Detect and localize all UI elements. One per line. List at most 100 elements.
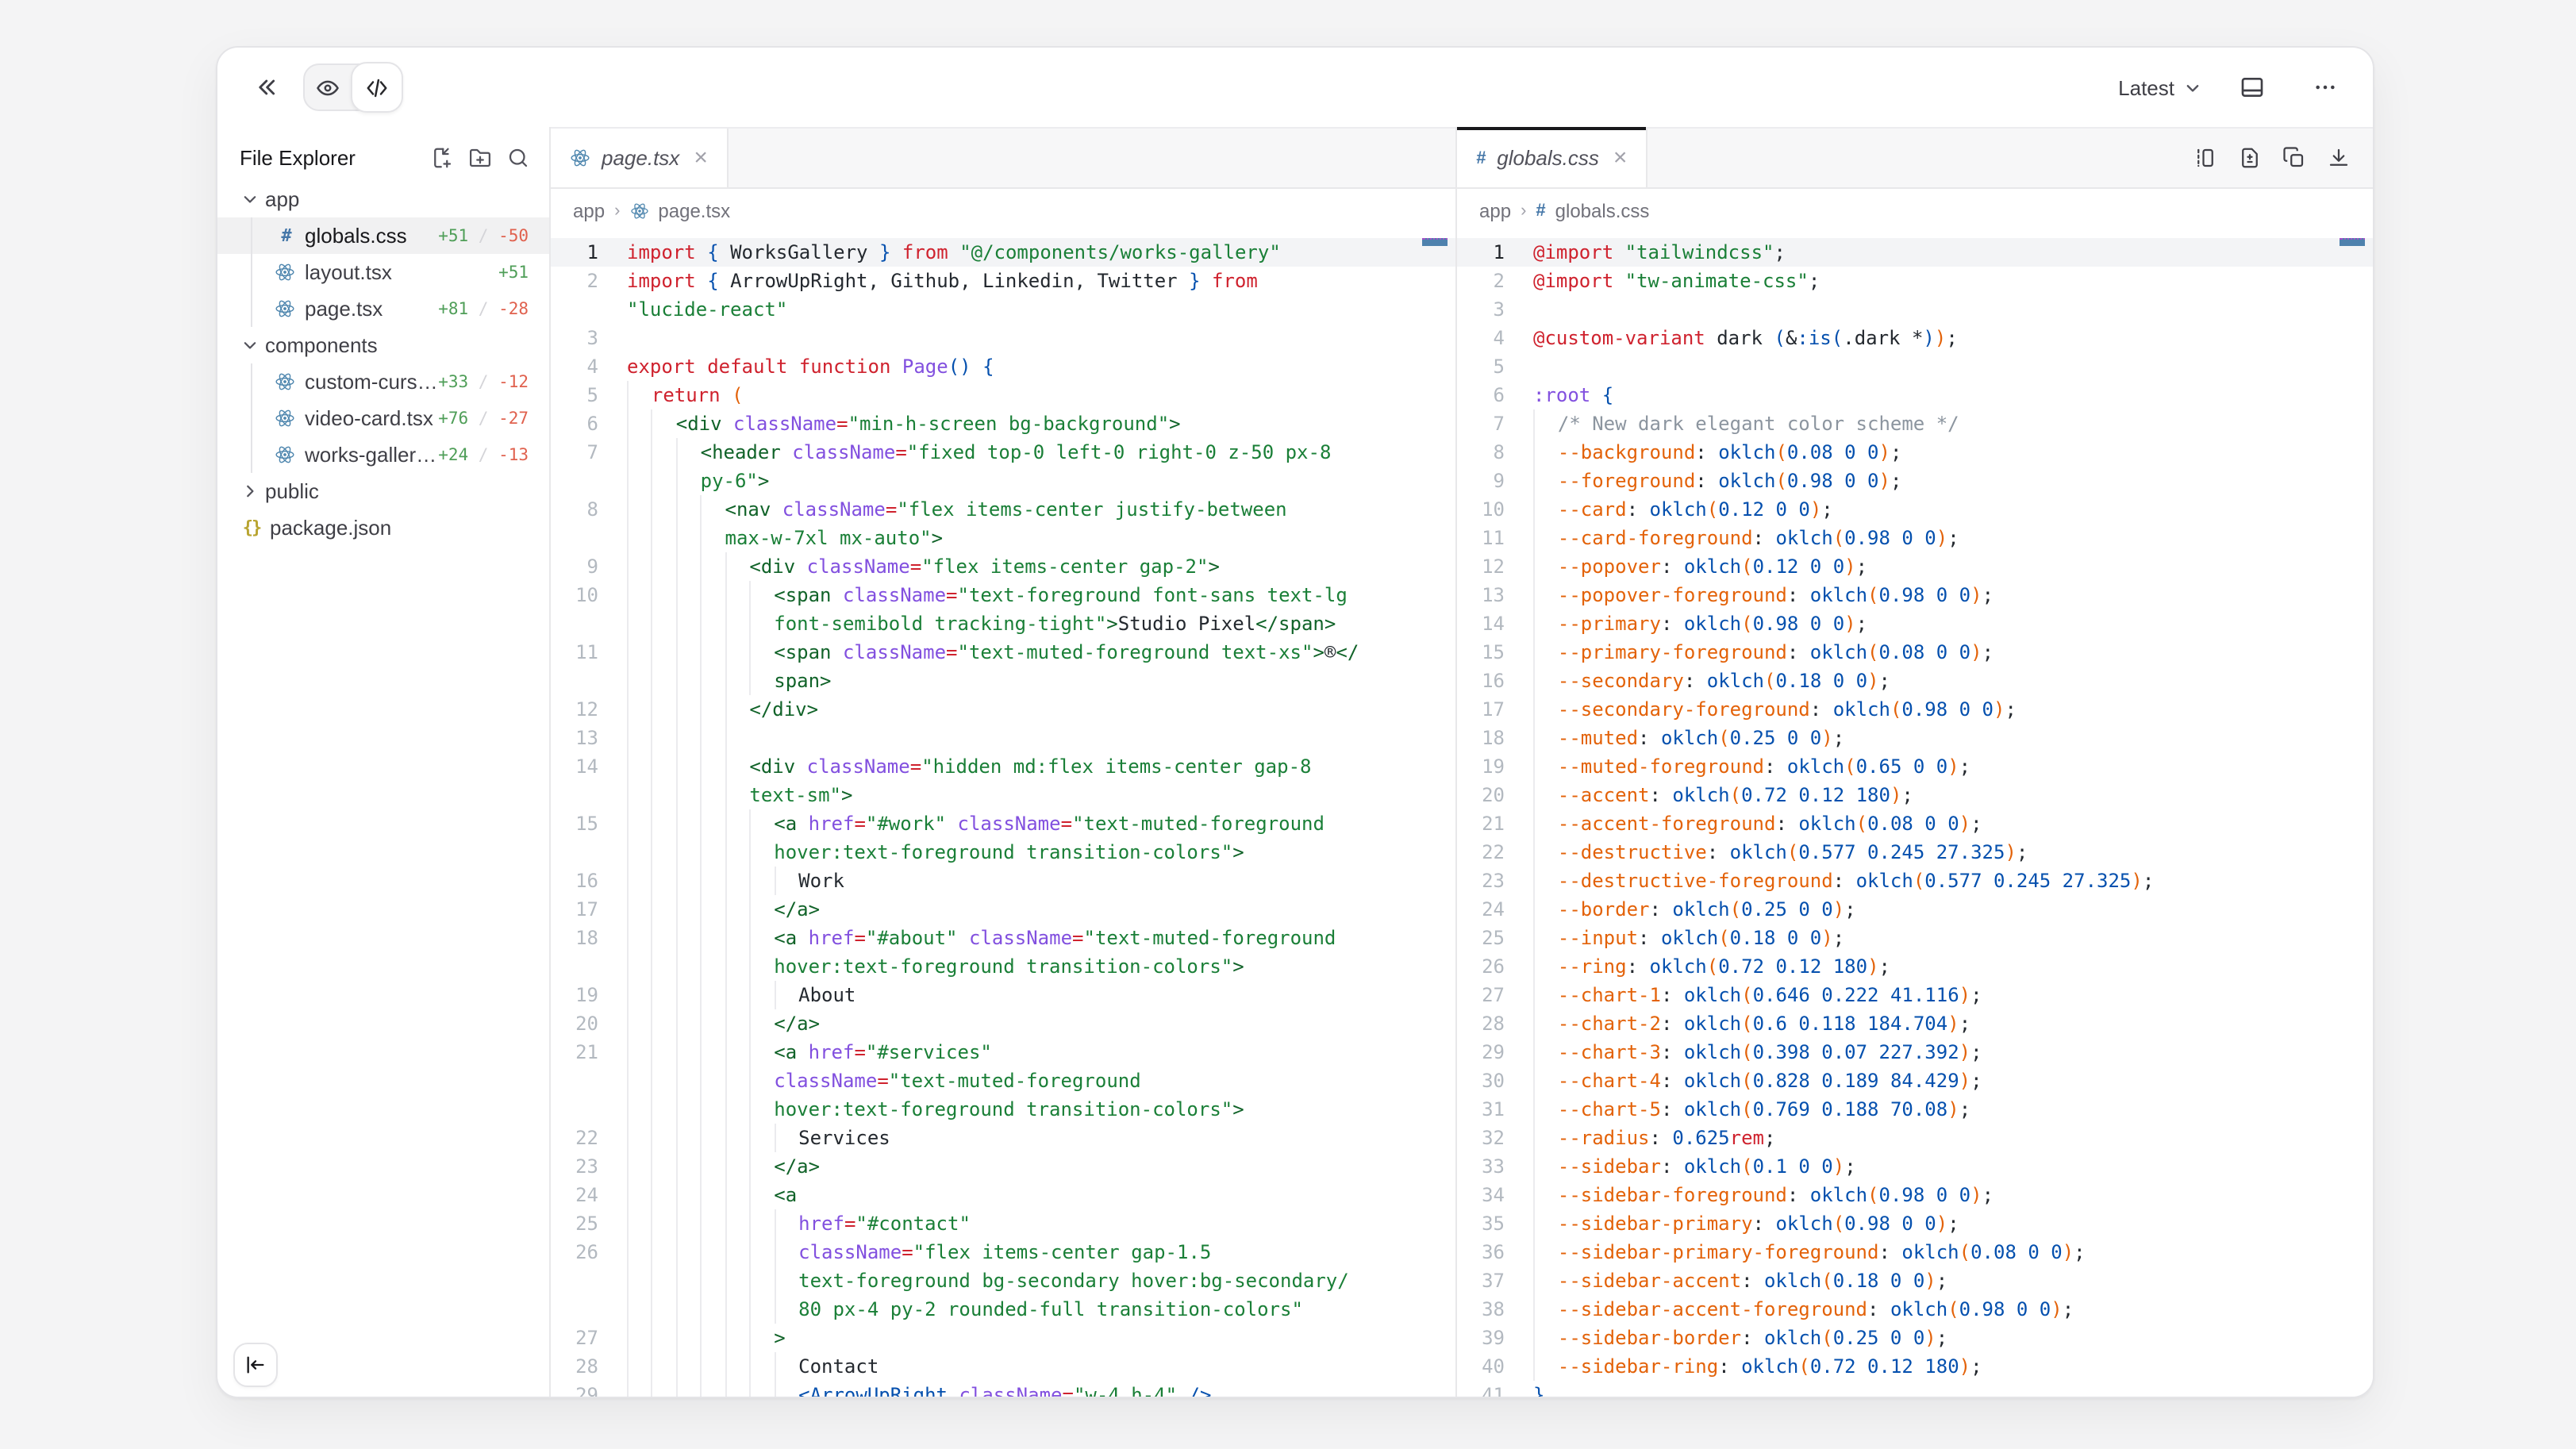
code-line: 40--sidebar-ring: oklch(0.72 0.12 180); [1457,1352,2373,1381]
line-number: 1 [551,238,598,267]
line-number: 15 [551,809,598,838]
code-line: 32--radius: 0.625rem; [1457,1124,2373,1152]
more-options-button[interactable] [2303,65,2347,110]
line-number: 19 [1457,752,1505,781]
code-line: 1import { WorksGallery } from "@/compone… [551,238,1455,267]
code-editor-globals-css[interactable]: 1@import "tailwindcss";2@import "tw-anim… [1457,232,2373,1398]
code-line: 14<div className="hidden md:flex items-c… [551,752,1455,781]
chevron-right-icon [241,482,259,500]
code-line: 21<a href="#services" [551,1038,1455,1067]
version-label: Latest [2118,75,2174,99]
version-dropdown[interactable]: Latest [2118,75,2201,99]
line-number: 17 [1457,695,1505,724]
code-editor-page-tsx[interactable]: 1import { WorksGallery } from "@/compone… [551,232,1455,1398]
line-number: 4 [1457,324,1505,352]
line-number: 35 [1457,1209,1505,1238]
tab-globals-css[interactable]: # globals.css × [1457,129,1647,187]
code-line: 14--primary: oklch(0.98 0 0); [1457,609,2373,638]
tree-item-layout-tsx[interactable]: layout.tsx+51 [217,254,549,290]
search-icon[interactable] [506,145,530,169]
eye-icon [316,75,340,99]
main-area: File Explorer app#globals.css+51 / -50 [217,127,2373,1398]
tree-item-label: components [265,333,378,357]
code-line: 28--chart-2: oklch(0.6 0.118 184.704); [1457,1009,2373,1038]
line-number: 5 [551,381,598,409]
tree-item-app[interactable]: app [217,181,549,217]
code-line: 24<a [551,1181,1455,1209]
diff-badge: +81 / -28 [438,299,529,318]
code-line: 22--destructive: oklch(0.577 0.245 27.32… [1457,838,2373,867]
code-line: 12--popover: oklch(0.12 0 0); [1457,552,2373,581]
close-tab-icon[interactable]: × [694,146,708,170]
code-line: 38--sidebar-accent-foreground: oklch(0.9… [1457,1295,2373,1324]
json-file-icon: {} [240,516,263,540]
new-folder-button[interactable] [468,145,492,169]
code-line: 6:root { [1457,381,2373,409]
line-number: 7 [1457,409,1505,438]
line-number: 27 [551,1324,598,1352]
code-line: 28Contact [551,1352,1455,1381]
code-line: 23</a> [551,1152,1455,1181]
line-number: 29 [551,1381,598,1398]
left-tabbar: page.tsx × [551,127,1455,189]
code-line: hover:text-foreground transition-colors"… [551,838,1455,867]
line-number: 6 [551,409,598,438]
line-number: 29 [1457,1038,1505,1067]
right-breadcrumb: app › # globals.css [1457,189,2373,232]
code-line: 13 [551,724,1455,752]
left-breadcrumb: app › page.tsx [551,189,1455,232]
collapse-explorer-button[interactable] [233,1343,278,1387]
css-file-icon: # [275,224,298,248]
code-line: 10<span className="text-foreground font-… [551,581,1455,609]
line-number: 11 [551,638,598,667]
line-number: 20 [1457,781,1505,809]
code-toggle-button[interactable] [351,62,403,113]
tab-page-tsx[interactable]: page.tsx × [551,129,729,187]
line-number: 15 [1457,638,1505,667]
tree-item-custom-curs-[interactable]: custom-curs…+33 / -12 [217,363,549,400]
preview-toggle-button[interactable] [305,65,351,110]
tree-item-package-json[interactable]: {}package.json [217,509,549,546]
new-file-button[interactable] [430,145,454,169]
file-diff-icon[interactable] [2238,146,2262,170]
tree-item-public[interactable]: public [217,473,549,509]
tree-item-globals-css[interactable]: #globals.css+51 / -50 [217,217,549,254]
line-number: 41 [1457,1381,1505,1398]
line-number: 8 [551,495,598,524]
code-line: 6<div className="min-h-screen bg-backgro… [551,409,1455,438]
code-line: 26className="flex items-center gap-1.5 [551,1238,1455,1266]
line-number [551,609,598,638]
tree-item-components[interactable]: components [217,327,549,363]
code-line: 26--ring: oklch(0.72 0.12 180); [1457,952,2373,981]
tree-item-works-galler-[interactable]: works-galler…+24 / -13 [217,436,549,473]
code-line: span> [551,667,1455,695]
split-view-icon[interactable] [2193,146,2217,170]
code-line: text-sm"> [551,781,1455,809]
panel-collapse-left-icon [244,1354,267,1376]
line-number: 2 [551,267,598,295]
diff-badge: +24 / -13 [438,445,529,464]
line-number: 21 [1457,809,1505,838]
tree-item-page-tsx[interactable]: page.tsx+81 / -28 [217,290,549,327]
code-line: py-6"> [551,467,1455,495]
download-icon[interactable] [2327,146,2351,170]
code-line: 24--border: oklch(0.25 0 0); [1457,895,2373,924]
console-panel-button[interactable] [2230,65,2274,110]
line-number: 2 [1457,267,1505,295]
chevron-down-icon [241,190,259,208]
code-line: 16--secondary: oklch(0.18 0 0); [1457,667,2373,695]
code-line: 8<nav className="flex items-center justi… [551,495,1455,524]
code-line: hover:text-foreground transition-colors"… [551,1095,1455,1124]
copy-icon[interactable] [2282,146,2306,170]
code-line: 2import { ArrowUpRight, Github, Linkedin… [551,267,1455,295]
tree-item-video-card-tsx[interactable]: video-card.tsx+76 / -27 [217,400,549,436]
diff-badge: +51 / -50 [438,226,529,245]
code-line: 8--background: oklch(0.08 0 0); [1457,438,2373,467]
tab-label: page.tsx [602,146,679,170]
close-tab-icon[interactable]: × [1613,146,1628,170]
code-line: 19About [551,981,1455,1009]
code-line: 29--chart-3: oklch(0.398 0.07 227.392); [1457,1038,2373,1067]
code-line: 30--chart-4: oklch(0.828 0.189 84.429); [1457,1067,2373,1095]
collapse-chat-button[interactable] [243,65,287,110]
line-number: 16 [1457,667,1505,695]
